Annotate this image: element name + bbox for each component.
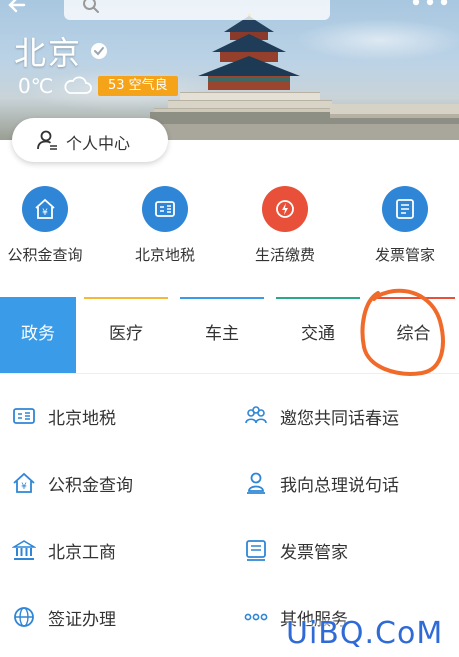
service-item-beijing-tax[interactable]: 北京地税 xyxy=(12,396,212,436)
hand-drawn-circle-annotation xyxy=(360,288,445,376)
group-icon xyxy=(245,406,267,424)
tab-label: 交通 xyxy=(301,324,335,344)
quick-item-label: 发票管家 xyxy=(374,246,435,264)
service-item-spring-festival[interactable]: 邀您共同话春运 xyxy=(244,396,454,436)
person-icon xyxy=(37,130,57,150)
tab-accent-line xyxy=(276,297,360,299)
personal-center-button[interactable]: 个人中心 xyxy=(12,118,168,162)
more-menu-icon[interactable] xyxy=(410,0,450,8)
more-dots-icon xyxy=(244,613,268,621)
quick-item-beijing-tax[interactable]: 北京地税 xyxy=(110,182,220,272)
service-label: 北京工商 xyxy=(48,543,116,563)
service-item-housing-fund[interactable]: ¥ 公积金查询 xyxy=(12,463,212,503)
verified-check-icon xyxy=(91,43,107,59)
quick-icon-circle xyxy=(262,186,308,232)
tab-label: 车主 xyxy=(205,324,239,344)
bolt-icon xyxy=(276,200,294,218)
invoice-icon xyxy=(396,199,414,219)
quick-item-label: 北京地税 xyxy=(134,246,195,264)
tax-icon xyxy=(13,408,35,424)
svg-text:¥: ¥ xyxy=(42,208,48,218)
watermark: UiBQ.CoM xyxy=(286,616,444,651)
house-icon: ¥ xyxy=(13,472,35,493)
city-name[interactable]: 北京 xyxy=(14,28,82,74)
search-icon xyxy=(83,0,99,13)
svg-text:¥: ¥ xyxy=(21,482,27,492)
back-arrow-icon[interactable] xyxy=(6,0,28,16)
tab-label: 政务 xyxy=(21,324,55,344)
quick-item-invoice[interactable]: 发票管家 xyxy=(350,182,459,272)
temperature: 0℃ xyxy=(18,74,54,98)
service-label: 北京地税 xyxy=(48,409,116,429)
bank-icon xyxy=(12,540,36,560)
invoice-icon xyxy=(246,540,266,561)
quick-item-utility-payment[interactable]: 生活缴费 xyxy=(230,182,340,272)
globe-icon xyxy=(14,607,34,627)
quick-services: ¥ 公积金查询 北京地税 生活缴费 发票管家 xyxy=(0,182,459,272)
service-item-visa[interactable]: 签证办理 xyxy=(12,597,212,637)
top-bar xyxy=(0,0,459,22)
tab-accent-line xyxy=(84,297,168,299)
quick-item-label: 生活缴费 xyxy=(254,246,315,264)
service-item-message-premier[interactable]: 我向总理说句话 xyxy=(244,463,454,503)
personal-center-label: 个人中心 xyxy=(66,134,131,153)
search-input[interactable] xyxy=(64,0,330,20)
tab-government[interactable]: 政务 xyxy=(0,297,76,373)
tab-label: 医疗 xyxy=(109,324,143,344)
quick-icon-circle xyxy=(142,186,188,232)
service-item-invoice[interactable]: 发票管家 xyxy=(244,530,454,570)
service-label: 我向总理说句话 xyxy=(280,476,399,496)
quick-item-housing-fund[interactable]: ¥ 公积金查询 xyxy=(0,182,100,272)
cloud-weather-icon xyxy=(64,76,92,94)
tab-medical[interactable]: 医疗 xyxy=(80,297,172,373)
person-stand-icon xyxy=(247,472,265,494)
tab-traffic[interactable]: 交通 xyxy=(272,297,364,373)
service-label: 公积金查询 xyxy=(48,476,133,496)
air-quality-badge: 53 空气良 xyxy=(98,76,178,96)
service-label: 邀您共同话春运 xyxy=(280,409,399,429)
service-label: 签证办理 xyxy=(48,610,116,630)
tax-icon xyxy=(155,201,175,217)
tab-car-owner[interactable]: 车主 xyxy=(176,297,268,373)
tab-accent-line xyxy=(180,297,264,299)
house-icon: ¥ xyxy=(35,198,55,219)
service-item-beijing-commerce[interactable]: 北京工商 xyxy=(12,530,212,570)
service-label: 发票管家 xyxy=(280,543,348,563)
quick-icon-circle: ¥ xyxy=(22,186,68,232)
quick-icon-circle xyxy=(382,186,428,232)
quick-item-label: 公积金查询 xyxy=(7,246,83,264)
